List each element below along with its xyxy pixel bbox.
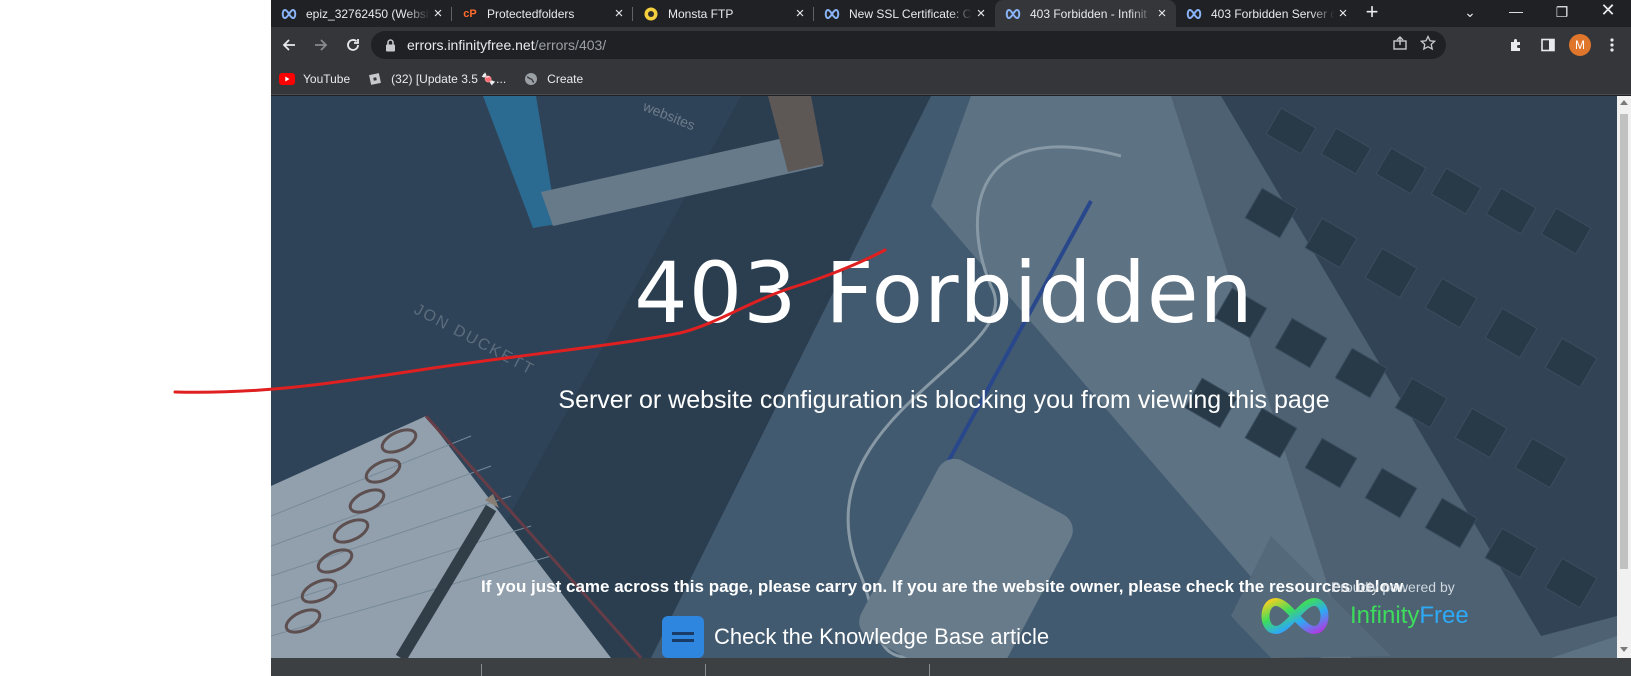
arrow-left-icon (282, 39, 295, 51)
background-overlay (271, 96, 1617, 658)
powered-by-label: Proudly powered by (1331, 579, 1455, 595)
infinityfree-logo[interactable]: InfinityFree (1256, 594, 1476, 638)
screen: epiz_32762450 (Website × cP Protectedfol… (0, 0, 1631, 676)
tab-protectedfolders[interactable]: cP Protectedfolders × (452, 0, 633, 27)
globe-icon (523, 72, 539, 86)
bookmark-create[interactable]: Create (523, 72, 583, 86)
roblox-icon (367, 72, 383, 86)
minimize-button[interactable]: — (1493, 0, 1539, 27)
kebab-menu-icon[interactable] (1599, 32, 1625, 58)
tab-403-forbidden-server[interactable]: 403 Forbidden Server c × (1176, 0, 1357, 27)
bookmarks-bar: YouTube (32) [Update 3.5 🍬... Create (271, 63, 1631, 95)
divider (705, 664, 706, 676)
toolbar: errors.infinityfree.net/errors/403/ M (271, 27, 1631, 63)
bookmark-label: Create (547, 71, 584, 86)
bookmark-label: YouTube (303, 71, 351, 86)
reload-button[interactable] (337, 29, 369, 61)
tab-title: 403 Forbidden - Infinit (1030, 6, 1147, 21)
close-icon[interactable]: × (1154, 5, 1170, 22)
infinity-icon (1186, 6, 1202, 22)
knowledge-base-link[interactable]: Check the Knowledge Base article (662, 616, 1049, 658)
tab-403-forbidden-active[interactable]: 403 Forbidden - Infinit × (995, 0, 1176, 27)
infinity-logo-icon (1261, 597, 1329, 635)
extensions-icon[interactable] (1503, 32, 1529, 58)
share-icon[interactable] (1392, 35, 1408, 54)
infinity-icon (824, 6, 840, 22)
profile-avatar[interactable]: M (1567, 32, 1593, 58)
tab-title: Protectedfolders (487, 6, 575, 21)
page-title: 403 Forbidden (634, 244, 1254, 342)
omnibox-actions (1392, 34, 1437, 54)
address-bar[interactable]: errors.infinityfree.net/errors/403/ (371, 31, 1446, 59)
page-subtitle: Server or website configuration is block… (558, 386, 1330, 414)
close-icon[interactable]: × (1335, 5, 1351, 22)
reload-icon (347, 39, 359, 51)
tab-new-ssl[interactable]: New SSL Certificate: C × (814, 0, 995, 27)
scroll-up-arrow[interactable] (1620, 100, 1628, 105)
tab-title: Monsta FTP (668, 6, 734, 21)
window-controls: ⌄ — ❐ ✕ (1447, 0, 1631, 27)
tab-title: epiz_32762450 (Website (306, 6, 430, 21)
scrollbar-thumb[interactable] (1620, 114, 1628, 569)
close-icon[interactable]: × (430, 5, 446, 22)
url-host: errors.infinityfree.net (407, 37, 535, 53)
brand-part-1: Infinity (1350, 602, 1420, 629)
star-icon[interactable] (1419, 34, 1437, 54)
divider (481, 664, 482, 676)
infinity-icon (1005, 6, 1021, 22)
vertical-scrollbar[interactable] (1617, 96, 1631, 658)
scroll-down-arrow[interactable] (1620, 647, 1628, 652)
brand-name: InfinityFree (1350, 602, 1469, 630)
side-panel-icon[interactable] (1535, 32, 1561, 58)
kb-link-label: Check the Knowledge Base article (714, 624, 1050, 649)
tab-strip: epiz_32762450 (Website × cP Protectedfol… (271, 0, 1631, 27)
lock-icon[interactable] (383, 38, 397, 52)
tab-epiz[interactable]: epiz_32762450 (Website × (271, 0, 452, 27)
close-icon[interactable]: × (611, 5, 627, 22)
restore-button[interactable]: ❐ (1539, 0, 1585, 27)
arrow-right-icon (315, 39, 328, 51)
document-icon (662, 616, 704, 658)
brand-part-2: Free (1419, 602, 1469, 629)
cpanel-icon: cP (463, 7, 477, 20)
avatar: M (1569, 34, 1591, 56)
tab-monsta-ftp[interactable]: Monsta FTP × (633, 0, 814, 27)
toolbar-right: M (1503, 27, 1631, 63)
bookmark-roblox[interactable]: (32) [Update 3.5 🍬... (367, 72, 506, 86)
bookmark-label: (32) [Update 3.5 🍬... (391, 71, 507, 86)
url-path: /errors/403/ (534, 37, 607, 53)
forward-button[interactable] (305, 29, 337, 61)
tab-title: 403 Forbidden Server c (1211, 6, 1335, 21)
close-window-button[interactable]: ✕ (1585, 0, 1631, 27)
close-icon[interactable]: × (792, 5, 808, 22)
close-icon[interactable]: × (973, 5, 989, 22)
tab-title: New SSL Certificate: C (849, 6, 972, 21)
browser-window: epiz_32762450 (Website × cP Protectedfol… (271, 0, 1631, 676)
url-text[interactable]: errors.infinityfree.net/errors/403/ (407, 37, 606, 53)
bottom-bar (271, 658, 1631, 676)
youtube-icon (279, 72, 295, 86)
bookmark-youtube[interactable]: YouTube (279, 72, 350, 86)
infinity-icon (281, 6, 297, 22)
page-viewport: JON DUCKETT websites 403 Forbidden Serve… (271, 96, 1617, 658)
monsta-icon (643, 6, 659, 22)
chevron-down-icon[interactable]: ⌄ (1447, 0, 1493, 27)
divider (929, 664, 930, 676)
new-tab-button[interactable]: + (1357, 0, 1387, 27)
back-button[interactable] (273, 29, 305, 61)
